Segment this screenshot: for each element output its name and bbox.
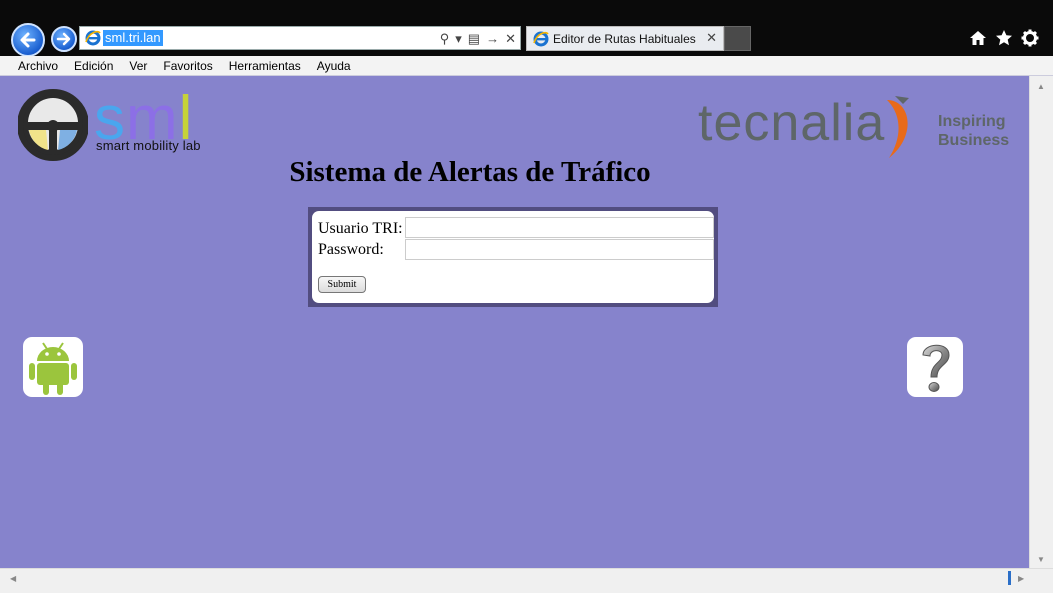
menu-ver[interactable]: Ver: [121, 56, 155, 73]
scroll-thumb[interactable]: [1008, 571, 1011, 585]
window-tools: [969, 29, 1039, 47]
menu-bar: Archivo Edición Ver Favoritos Herramient…: [0, 56, 1053, 76]
tab-close-icon[interactable]: ✕: [706, 30, 717, 46]
login-panel: Usuario TRI: Password: Submit: [312, 211, 714, 303]
stop-icon[interactable]: ✕: [505, 30, 516, 47]
menu-archivo[interactable]: Archivo: [10, 56, 66, 73]
forward-button[interactable]: [51, 26, 77, 52]
back-arrow-icon: [20, 32, 36, 48]
back-button[interactable]: [11, 23, 45, 57]
submit-button[interactable]: Submit: [318, 276, 366, 293]
tab-editor-rutas[interactable]: Editor de Rutas Habituales ✕: [526, 26, 724, 51]
android-app-link[interactable]: [23, 337, 83, 397]
address-tools: ⚲ ▾ ▤ → ✕: [440, 30, 516, 47]
username-label: Usuario TRI:: [318, 220, 403, 237]
menu-herramientas[interactable]: Herramientas: [221, 56, 309, 73]
password-input[interactable]: [405, 239, 714, 260]
username-input[interactable]: [405, 217, 714, 238]
page-title: Sistema de Alertas de Tráfico: [289, 156, 651, 188]
menu-edicion[interactable]: Edición: [66, 56, 121, 73]
page-viewport: sml smart mobility lab tecnalia Inspirin…: [0, 76, 1029, 568]
tecnalia-swoosh-icon: [887, 96, 909, 158]
steering-wheel-icon: [18, 89, 88, 161]
home-icon[interactable]: [969, 29, 987, 47]
android-icon: [29, 342, 77, 395]
sml-logo: sml smart mobility lab: [18, 88, 218, 162]
tecnalia-tagline: Inspiring Business: [938, 113, 1010, 149]
new-tab-button[interactable]: [724, 26, 751, 51]
address-bar[interactable]: sml.tri.lan ⚲ ▾ ▤ → ✕: [79, 26, 521, 50]
menu-ayuda[interactable]: Ayuda: [309, 56, 359, 73]
help-question-icon: [922, 344, 950, 392]
password-label: Password:: [318, 241, 384, 258]
browser-titlebar: sml.tri.lan ⚲ ▾ ▤ → ✕ Editor de Rutas Ha…: [0, 0, 1053, 57]
vertical-scrollbar[interactable]: ▲ ▼: [1029, 76, 1053, 568]
tecnalia-wordmark: tecnalia: [698, 94, 886, 152]
favorites-star-icon[interactable]: [995, 29, 1013, 47]
sml-tagline: smart mobility lab: [96, 138, 201, 153]
settings-gear-icon[interactable]: [1021, 29, 1039, 47]
menu-favoritos[interactable]: Favoritos: [155, 56, 220, 73]
scroll-down-icon[interactable]: ▼: [1037, 555, 1045, 564]
tab-ie-logo-icon: [533, 31, 549, 47]
scroll-right-icon[interactable]: ▶: [1018, 574, 1024, 583]
scroll-left-icon[interactable]: ◀: [10, 574, 16, 583]
search-icon[interactable]: ⚲: [440, 30, 450, 47]
scroll-up-icon[interactable]: ▲: [1037, 82, 1045, 91]
ie-logo-icon: [85, 30, 101, 46]
tab-title: Editor de Rutas Habituales: [553, 32, 696, 46]
compat-view-icon[interactable]: ▤: [468, 30, 480, 47]
login-form: Usuario TRI: Password: Submit: [308, 207, 718, 307]
go-arrow-icon[interactable]: →: [486, 30, 499, 47]
dropdown-icon[interactable]: ▾: [455, 30, 462, 47]
help-link[interactable]: [907, 337, 963, 397]
horizontal-scrollbar[interactable]: ◀ ▶: [0, 568, 1053, 593]
forward-arrow-icon: [56, 32, 71, 46]
url-text[interactable]: sml.tri.lan: [103, 30, 163, 46]
